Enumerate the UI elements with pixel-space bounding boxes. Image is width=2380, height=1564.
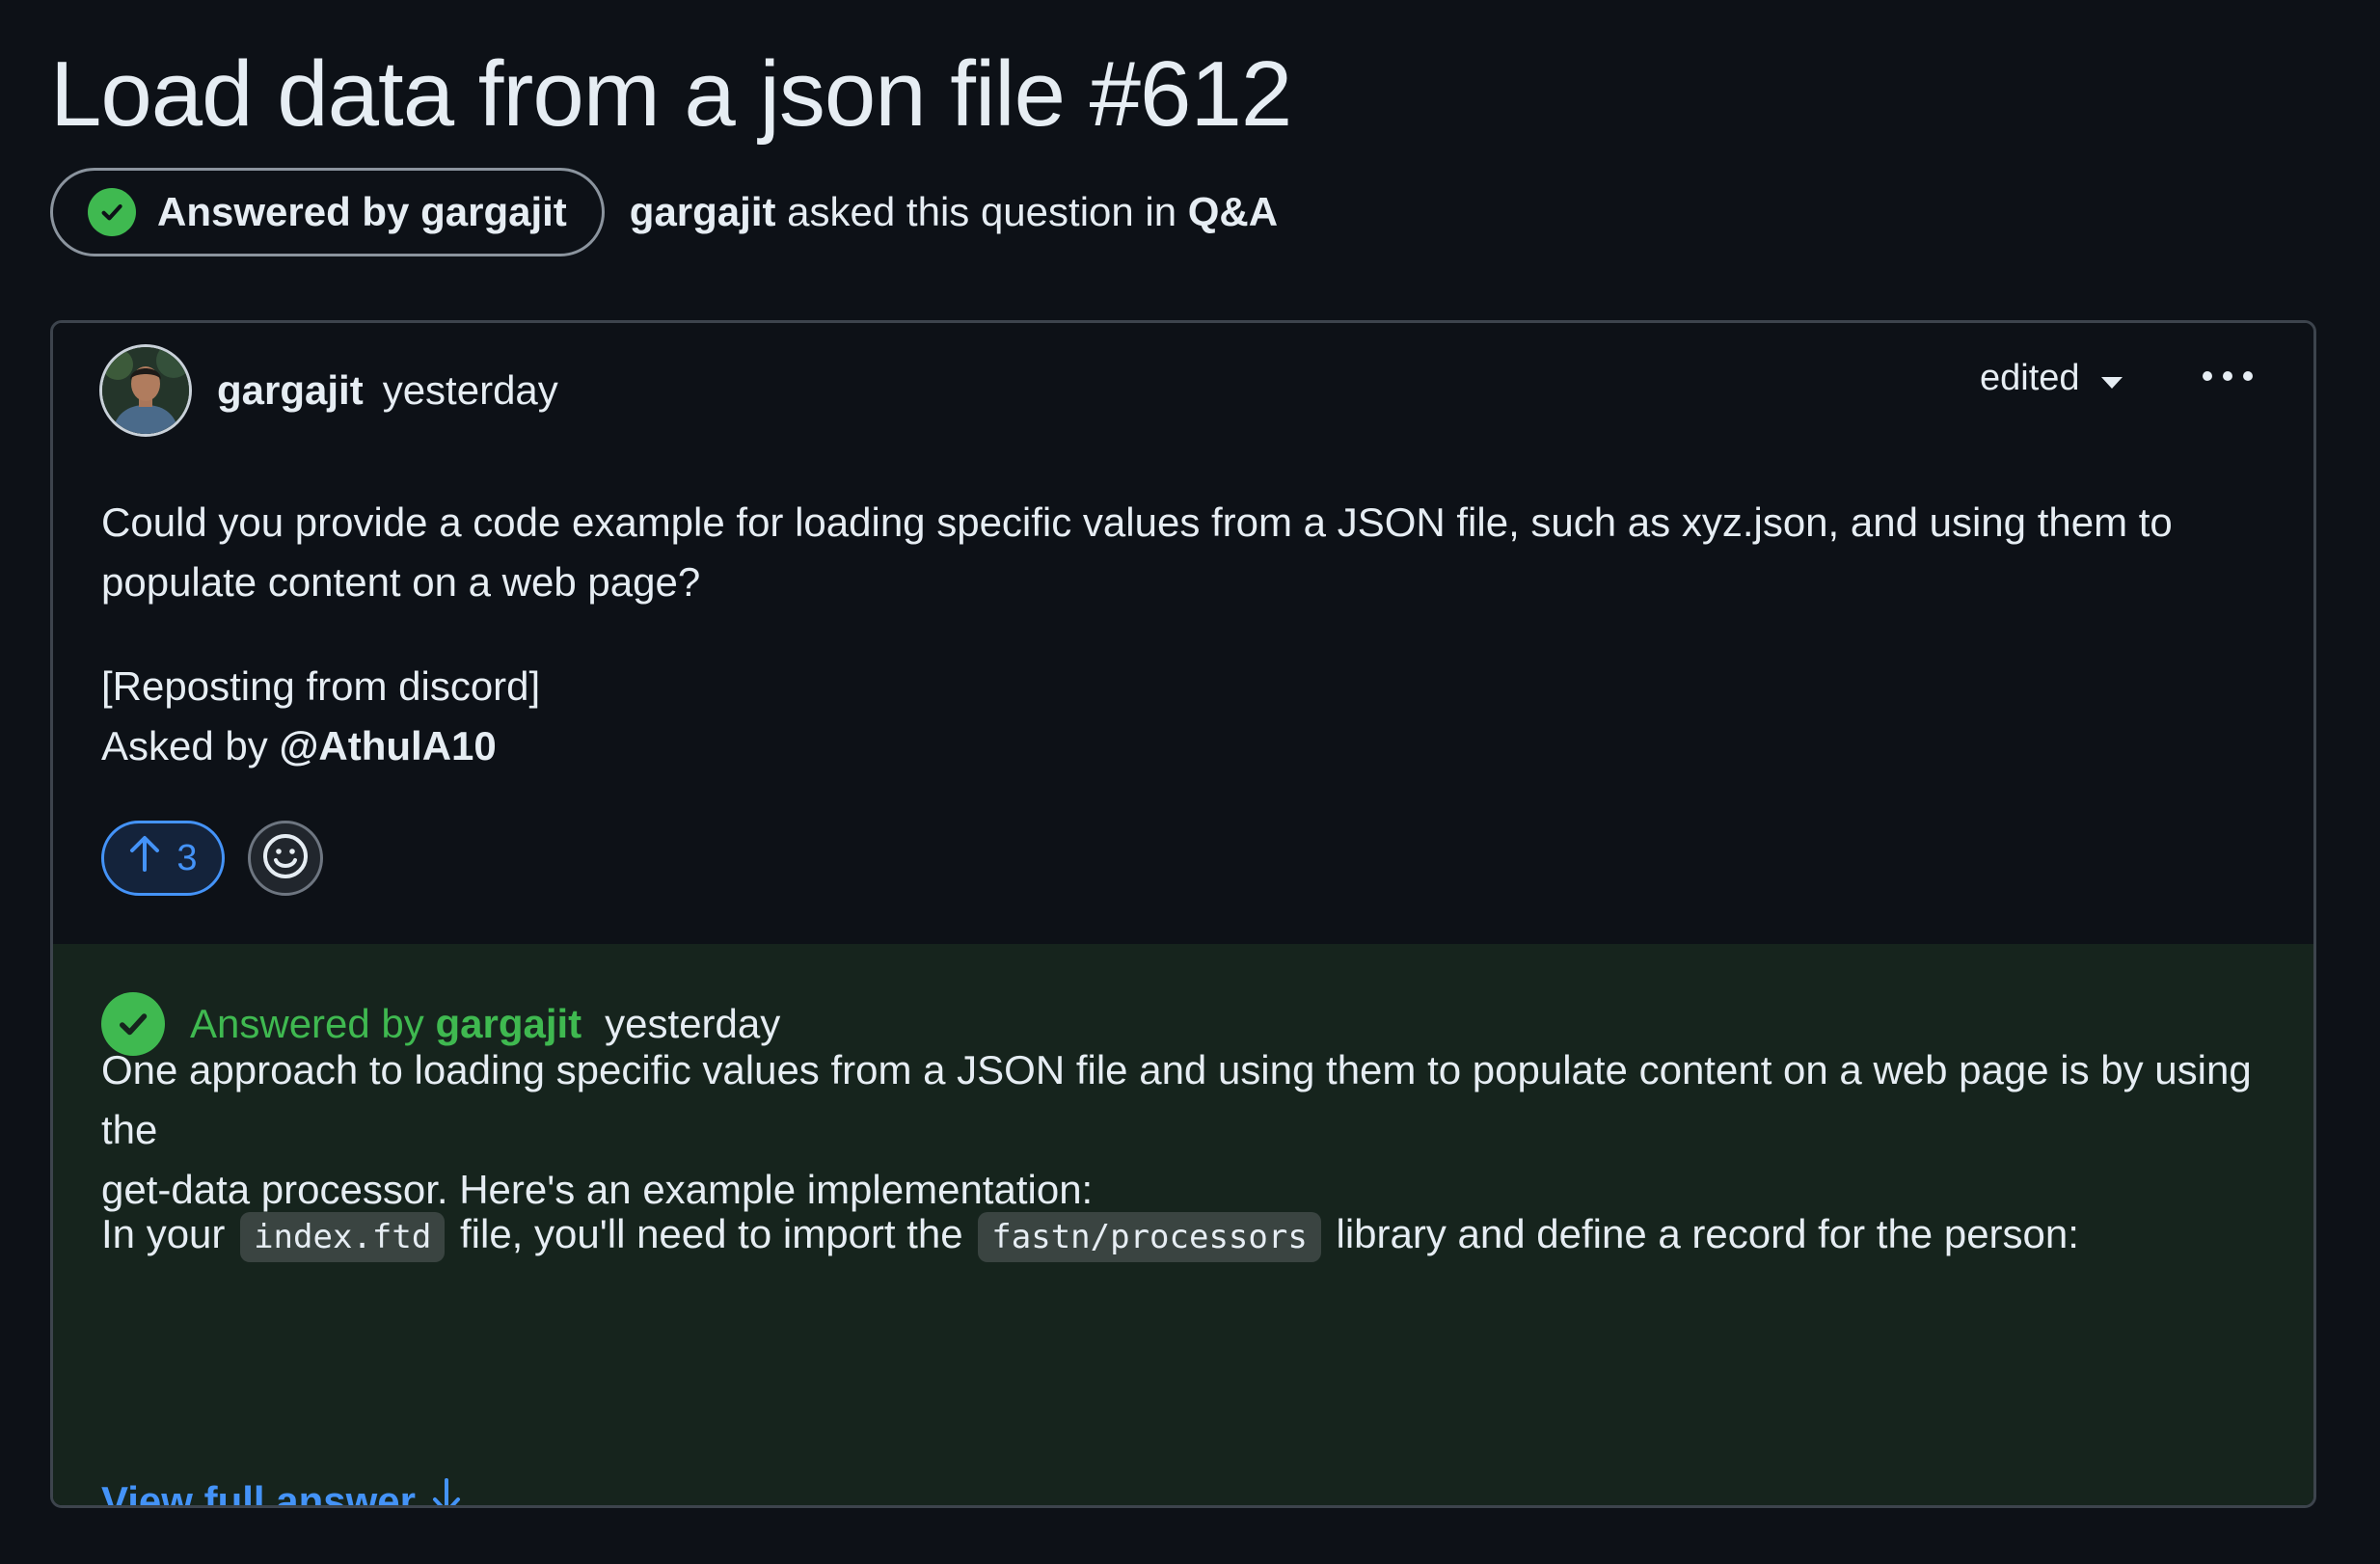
- reactions-bar: 3: [101, 821, 323, 896]
- inline-code-filename: index.ftd: [240, 1212, 446, 1262]
- check-circle-icon: [88, 188, 136, 236]
- edited-dropdown[interactable]: edited: [1980, 358, 2123, 399]
- question-paragraph: Could you provide a code example for loa…: [101, 493, 2173, 612]
- asker-link[interactable]: gargajit: [630, 189, 776, 234]
- view-full-answer-label: View full answer: [101, 1478, 417, 1508]
- author-line: gargajit yesterday: [217, 367, 558, 414]
- answer-text-after: library and define a record for the pers…: [1336, 1211, 2079, 1256]
- answer-paragraph-1: One approach to loading specific values …: [101, 1040, 2313, 1220]
- repost-note: [Reposting from discord]: [101, 663, 541, 709]
- category-link[interactable]: Q&A: [1188, 189, 1278, 234]
- add-reaction-button[interactable]: [248, 821, 323, 896]
- mention-link[interactable]: @AthulA10: [279, 723, 496, 769]
- question-text-line-1: Could you provide a code example for loa…: [101, 499, 2173, 545]
- view-full-answer-link[interactable]: View full answer: [101, 1478, 462, 1508]
- asked-line: gargajit asked this question in Q&A: [630, 189, 1278, 235]
- upvote-count: 3: [176, 837, 198, 878]
- answer-text-before: In your: [101, 1211, 226, 1256]
- author-link[interactable]: gargajit: [217, 367, 364, 413]
- answer-text-middle: file, you'll need to import the: [459, 1211, 963, 1256]
- arrow-up-icon: [128, 835, 161, 881]
- arrow-down-icon: [416, 1478, 462, 1505]
- asked-by-label: Asked by: [101, 723, 268, 769]
- edited-label: edited: [1980, 358, 2080, 398]
- kebab-horizontal-icon[interactable]: [2194, 352, 2261, 400]
- upvote-button[interactable]: 3: [101, 821, 225, 896]
- discussion-post: gargajit yesterday edited Could you provi…: [50, 320, 2316, 1508]
- accepted-answer: Answered by gargajit yesterday One approa…: [53, 944, 2313, 1505]
- triangle-down-icon: [2100, 358, 2123, 399]
- answer-paragraph-2: In your index.ftd file, you'll need to i…: [101, 1204, 2079, 1267]
- answered-badge[interactable]: Answered by gargajit: [50, 168, 605, 256]
- smiley-icon: [261, 832, 310, 885]
- discussion-title: Load data from a json file #612: [50, 42, 1292, 146]
- question-body: gargajit yesterday edited Could you provi…: [53, 323, 2313, 944]
- avatar[interactable]: [99, 344, 192, 437]
- answered-badge-label: Answered by: [157, 189, 410, 234]
- post-timestamp[interactable]: yesterday: [383, 367, 558, 413]
- question-paragraph-2: [Reposting from discord] Asked by @Athul…: [101, 657, 540, 776]
- answer-text-line-1: One approach to loading specific values …: [101, 1047, 2252, 1152]
- inline-code-library: fastn/processors: [978, 1212, 1321, 1262]
- asked-text: asked this question in: [787, 189, 1177, 234]
- answered-badge-user[interactable]: gargajit: [420, 189, 567, 235]
- question-text-line-2: populate content on a web page?: [101, 559, 701, 605]
- discussion-meta: Answered by gargajit gargajit asked this…: [50, 166, 1278, 258]
